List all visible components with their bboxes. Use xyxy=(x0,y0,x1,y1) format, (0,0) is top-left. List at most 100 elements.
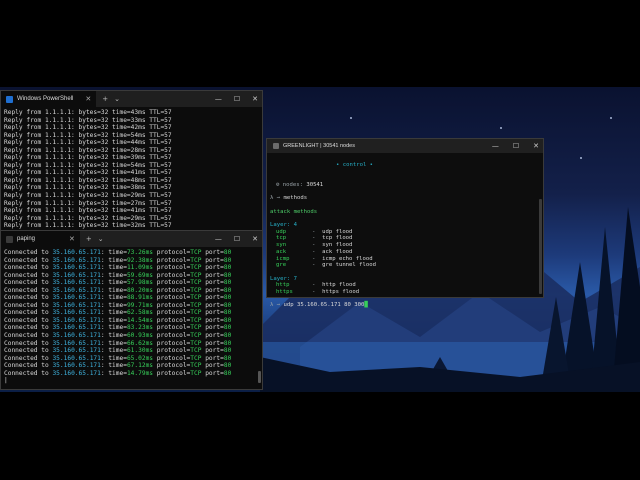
paping-line: Connected to 35.160.65.171: time=57.98ms… xyxy=(4,279,259,287)
window-title: GREENLIGHT | 30541 nodes xyxy=(283,143,355,149)
method-desc: syn flood xyxy=(322,242,353,249)
method-desc: http flood xyxy=(322,282,356,289)
line-prefix: Connected to xyxy=(4,316,53,324)
method-row: icmp - icmp echo flood xyxy=(270,256,540,263)
protocol-label: protocol= xyxy=(153,354,191,362)
time-label: : time= xyxy=(100,301,127,309)
protocol-label: protocol= xyxy=(153,362,191,370)
close-tab-icon[interactable]: ✕ xyxy=(69,235,75,243)
ping-line: Reply from 1.1.1.1: bytes=32 time=41ms T… xyxy=(4,169,172,177)
paping-titlebar[interactable]: paping ✕ + ⌄ — ☐ ✕ xyxy=(1,231,262,247)
chevron-down-icon[interactable]: ⌄ xyxy=(98,235,104,243)
port-value: 80 xyxy=(223,301,232,309)
close-button[interactable]: ✕ xyxy=(252,95,258,103)
new-tab-button[interactable]: + xyxy=(102,95,108,103)
minimize-button[interactable]: — xyxy=(215,235,222,243)
time-label: : time= xyxy=(100,256,127,264)
nodes-label: ⚙ nodes: xyxy=(276,181,303,188)
powershell-titlebar[interactable]: Windows PowerShell ✕ + ⌄ — ☐ ✕ xyxy=(1,91,262,107)
greenlight-output[interactable]: • control • ⚙ nodes: 30541 λ → methods a… xyxy=(267,153,543,318)
minimize-button[interactable]: — xyxy=(492,142,499,150)
command-input[interactable]: udp 35.160.65.171 80 300 xyxy=(283,302,364,308)
paping-line: Connected to 35.160.65.171: time=99.71ms… xyxy=(4,302,259,310)
ping-line: Reply from 1.1.1.1: bytes=32 time=29ms T… xyxy=(4,214,172,222)
method-row: ack - ack flood xyxy=(270,249,540,256)
method-desc: udp flood xyxy=(322,228,353,235)
close-button[interactable]: ✕ xyxy=(252,235,258,243)
close-tab-icon[interactable]: ✕ xyxy=(85,95,91,103)
chevron-down-icon[interactable]: ⌄ xyxy=(114,95,120,103)
protocol-label: protocol= xyxy=(153,271,191,279)
time-value: 65.02ms xyxy=(126,354,154,362)
ip-address: 35.160.65.171 xyxy=(52,324,101,332)
maximize-button[interactable]: ☐ xyxy=(234,95,240,103)
time-label: : time= xyxy=(100,324,127,332)
separator: - xyxy=(312,235,323,242)
time-value: 73.26ms xyxy=(126,249,154,256)
prompt: λ → xyxy=(270,302,281,309)
separator: - xyxy=(312,255,323,262)
port-label: port= xyxy=(201,264,224,272)
line-prefix: Connected to xyxy=(4,354,53,362)
protocol-label: protocol= xyxy=(153,279,191,287)
line-prefix: Connected to xyxy=(4,347,53,355)
scrollbar[interactable] xyxy=(258,371,261,383)
paping-line: Connected to 35.160.65.171: time=14.79ms… xyxy=(4,370,259,378)
protocol-label: protocol= xyxy=(153,347,191,355)
tab-label: Windows PowerShell xyxy=(17,96,74,102)
tab-powershell[interactable]: Windows PowerShell ✕ xyxy=(1,91,97,107)
method-name: https xyxy=(276,289,293,296)
port-value: 80 xyxy=(223,339,232,347)
time-label: : time= xyxy=(100,347,127,355)
time-label: : time= xyxy=(100,309,127,317)
time-value: 59.69ms xyxy=(126,271,154,279)
ip-address: 35.160.65.171 xyxy=(52,316,101,324)
terminal-icon xyxy=(6,235,13,243)
tab-paping[interactable]: paping ✕ xyxy=(1,231,80,247)
minimize-button[interactable]: — xyxy=(215,95,222,103)
close-button[interactable]: ✕ xyxy=(533,142,539,150)
command-text: methods xyxy=(283,195,308,202)
maximize-button[interactable]: ☐ xyxy=(513,142,519,150)
paping-line: Connected to 35.160.65.171: time=65.02ms… xyxy=(4,355,259,363)
ping-line: Reply from 1.1.1.1: bytes=32 time=43ms T… xyxy=(4,109,172,116)
ip-address: 35.160.65.171 xyxy=(52,301,101,309)
greenlight-window[interactable]: GREENLIGHT | 30541 nodes — ☐ ✕ • control… xyxy=(266,138,544,308)
paping-line: Connected to 35.160.65.171: time=67.12ms… xyxy=(4,362,259,370)
greenlight-titlebar[interactable]: GREENLIGHT | 30541 nodes — ☐ ✕ xyxy=(267,139,543,153)
ping-line: Reply from 1.1.1.1: bytes=32 time=29ms T… xyxy=(4,192,172,200)
time-label: : time= xyxy=(100,279,127,287)
port-label: port= xyxy=(201,249,224,256)
time-label: : time= xyxy=(100,249,127,256)
separator: - xyxy=(312,242,323,249)
scrollbar[interactable] xyxy=(539,199,542,294)
ip-address: 35.160.65.171 xyxy=(52,354,101,362)
paping-window[interactable]: paping ✕ + ⌄ — ☐ ✕ Connected to 35.160.6… xyxy=(0,230,263,390)
port-value: 80 xyxy=(223,347,232,355)
port-label: port= xyxy=(201,354,224,362)
protocol-label: protocol= xyxy=(153,309,191,317)
new-tab-button[interactable]: + xyxy=(86,235,92,243)
separator: - xyxy=(312,248,323,255)
method-row: tcp - tcp flood xyxy=(270,235,540,242)
line-prefix: Connected to xyxy=(4,369,53,377)
port-label: port= xyxy=(201,332,224,340)
maximize-button[interactable]: ☐ xyxy=(234,235,240,243)
port-label: port= xyxy=(201,316,224,324)
ip-address: 35.160.65.171 xyxy=(52,362,101,370)
port-value: 80 xyxy=(223,249,232,256)
ip-address: 35.160.65.171 xyxy=(52,249,101,256)
powershell-window[interactable]: Windows PowerShell ✕ + ⌄ — ☐ ✕ Reply fro… xyxy=(0,90,263,237)
paping-line: Connected to 35.160.65.171: time=11.09ms… xyxy=(4,264,259,272)
time-value: 67.12ms xyxy=(126,362,154,370)
port-value: 80 xyxy=(223,309,232,317)
ping-line: Reply from 1.1.1.1: bytes=32 time=44ms T… xyxy=(4,139,172,147)
method-row: gre - gre tunnel flood xyxy=(270,262,540,269)
port-value: 80 xyxy=(223,369,232,377)
ip-address: 35.160.65.171 xyxy=(52,339,101,347)
powershell-output[interactable]: Reply from 1.1.1.1: bytes=32 time=43ms T… xyxy=(1,107,262,232)
protocol-value: TCP xyxy=(190,332,202,340)
paping-output[interactable]: Connected to 35.160.65.171: time=73.26ms… xyxy=(1,247,262,387)
cursor: █ xyxy=(364,302,368,309)
line-prefix: Connected to xyxy=(4,324,53,332)
